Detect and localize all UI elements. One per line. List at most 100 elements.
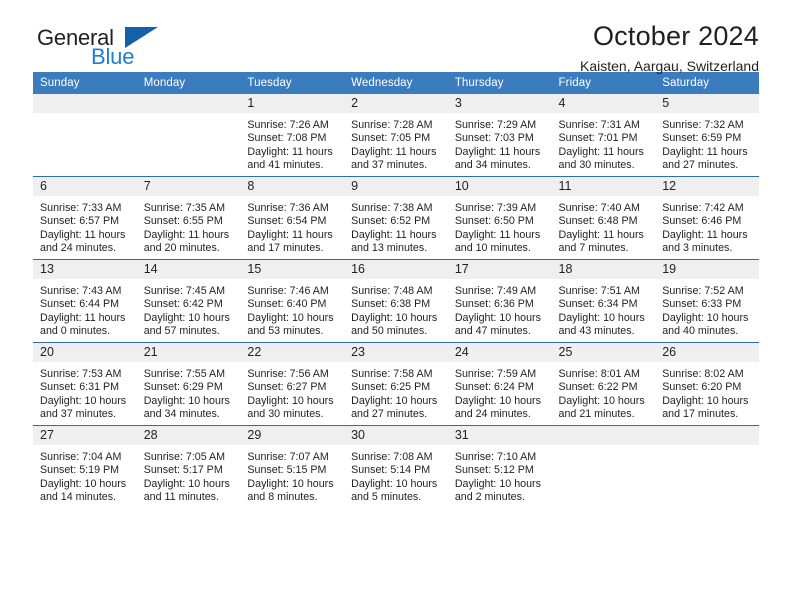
calendar-day-cell[interactable]: 18 Sunrise: 7:51 AM Sunset: 6:34 PM Dayligh… (551, 259, 656, 343)
sunset-text: Sunset: 6:54 PM (247, 215, 327, 228)
day-number (33, 94, 137, 113)
calendar-day-cell[interactable]: 25 Sunrise: 8:01 AM Sunset: 6:22 PM Dayligh… (551, 342, 656, 426)
day-details: Sunrise: 7:08 AM Sunset: 5:14 PM Daylight:… (344, 445, 448, 504)
sunrise-text: Sunrise: 7:46 AM (247, 285, 329, 297)
sunset-text: Sunset: 7:08 PM (247, 132, 327, 145)
day-details: Sunrise: 7:52 AM Sunset: 6:33 PM Daylight:… (655, 279, 759, 338)
day-details: Sunrise: 7:10 AM Sunset: 5:12 PM Daylight:… (448, 445, 552, 504)
sunrise-text: Sunrise: 7:40 AM (558, 202, 640, 214)
day-number: 30 (344, 426, 448, 445)
calendar-day-cell[interactable]: 24 Sunrise: 7:59 AM Sunset: 6:24 PM Dayligh… (447, 342, 552, 426)
calendar-day-cell[interactable]: 12 Sunrise: 7:42 AM Sunset: 6:46 PM Dayligh… (655, 176, 759, 260)
page-title: October 2024 (592, 21, 759, 51)
day-number: 26 (655, 343, 759, 362)
calendar-day-cell[interactable]: 21 Sunrise: 7:55 AM Sunset: 6:29 PM Dayligh… (136, 342, 241, 426)
calendar-day-cell[interactable]: 20 Sunrise: 7:53 AM Sunset: 6:31 PM Dayligh… (33, 342, 137, 426)
day-number: 9 (344, 177, 448, 196)
daylight-text-cont: and 3 minutes. (662, 241, 733, 254)
calendar-week-row: 6 Sunrise: 7:33 AM Sunset: 6:57 PM Daylight… (33, 176, 759, 260)
calendar-day-cell[interactable]: 13 Sunrise: 7:43 AM Sunset: 6:44 PM Dayligh… (33, 259, 137, 343)
day-number: 21 (136, 343, 241, 362)
daylight-text: Daylight: 10 hours (454, 311, 541, 324)
day-number: 11 (551, 177, 656, 196)
day-details: Sunrise: 7:56 AM Sunset: 6:27 PM Daylight:… (240, 362, 344, 421)
daylight-text: Daylight: 10 hours (662, 394, 749, 407)
weekday-header-sunday: Sunday (33, 72, 137, 94)
sunrise-text: Sunrise: 7:55 AM (143, 368, 226, 380)
calendar-day-cell[interactable]: 11 Sunrise: 7:40 AM Sunset: 6:48 PM Dayligh… (551, 176, 656, 260)
daylight-text-cont: and 20 minutes. (143, 241, 220, 254)
calendar-day-cell[interactable]: 23 Sunrise: 7:58 AM Sunset: 6:25 PM Dayligh… (344, 342, 448, 426)
calendar-day-cell[interactable]: 28 Sunrise: 7:05 AM Sunset: 5:17 PM Dayligh… (136, 425, 241, 508)
brand-logo[interactable]: General Blue (33, 26, 263, 72)
daylight-text: Daylight: 10 hours (454, 477, 541, 490)
page-header: General Blue October 2024 Kaisten, Aarga… (33, 0, 759, 74)
sunrise-text: Sunrise: 7:42 AM (662, 202, 744, 214)
weekday-header-friday: Friday (551, 72, 656, 94)
sunset-text: Sunset: 6:25 PM (351, 381, 431, 394)
sunset-text: Sunset: 6:29 PM (143, 381, 223, 394)
calendar-day-cell[interactable]: 10 Sunrise: 7:39 AM Sunset: 6:50 PM Dayligh… (447, 176, 552, 260)
sunrise-text: Sunrise: 7:35 AM (143, 202, 226, 214)
daylight-text: Daylight: 11 hours (40, 228, 126, 241)
daylight-text: Daylight: 11 hours (454, 145, 541, 158)
daylight-text: Daylight: 11 hours (558, 145, 644, 158)
calendar-day-cell[interactable]: 15 Sunrise: 7:46 AM Sunset: 6:40 PM Dayligh… (240, 259, 345, 343)
sunset-text: Sunset: 6:48 PM (558, 215, 638, 228)
daylight-text: Daylight: 11 hours (662, 145, 748, 158)
sunrise-text: Sunrise: 7:39 AM (454, 202, 537, 214)
calendar-day-cell[interactable]: 22 Sunrise: 7:56 AM Sunset: 6:27 PM Dayligh… (240, 342, 345, 426)
sunrise-text: Sunrise: 8:01 AM (558, 368, 640, 380)
calendar-day-cell[interactable]: 27 Sunrise: 7:04 AM Sunset: 5:19 PM Dayligh… (33, 425, 137, 508)
day-number: 18 (551, 260, 656, 279)
day-number: 10 (447, 177, 552, 196)
day-details: Sunrise: 7:36 AM Sunset: 6:54 PM Daylight:… (240, 196, 344, 255)
sunrise-text: Sunrise: 7:33 AM (40, 202, 122, 214)
calendar-day-cell[interactable]: 17 Sunrise: 7:49 AM Sunset: 6:36 PM Dayligh… (447, 259, 552, 343)
calendar-day-cell[interactable]: 26 Sunrise: 8:02 AM Sunset: 6:20 PM Dayligh… (655, 342, 759, 426)
calendar-day-cell[interactable]: 6 Sunrise: 7:33 AM Sunset: 6:57 PM Daylight… (33, 176, 137, 260)
daylight-text-cont: and 8 minutes. (247, 490, 318, 503)
calendar-day-cell[interactable]: 8 Sunrise: 7:36 AM Sunset: 6:54 PM Daylight… (240, 176, 345, 260)
calendar-day-cell[interactable]: 1 Sunrise: 7:26 AM Sunset: 7:08 PM Daylight… (240, 94, 345, 177)
calendar-day-cell[interactable]: 30 Sunrise: 7:08 AM Sunset: 5:14 PM Dayligh… (344, 425, 448, 508)
sunset-text: Sunset: 6:57 PM (40, 215, 120, 228)
calendar-day-cell[interactable]: 9 Sunrise: 7:38 AM Sunset: 6:52 PM Daylight… (344, 176, 448, 260)
daylight-text-cont: and 47 minutes. (454, 324, 531, 337)
day-number: 27 (33, 426, 137, 445)
sunrise-text: Sunrise: 7:36 AM (247, 202, 329, 214)
weekday-header-tuesday: Tuesday (240, 72, 345, 94)
daylight-text-cont: and 30 minutes. (247, 407, 324, 420)
day-details: Sunrise: 7:04 AM Sunset: 5:19 PM Daylight:… (33, 445, 137, 504)
sunset-text: Sunset: 5:15 PM (247, 464, 327, 477)
sunset-text: Sunset: 7:03 PM (454, 132, 534, 145)
calendar-day-cell[interactable]: 31 Sunrise: 7:10 AM Sunset: 5:12 PM Dayligh… (447, 425, 552, 508)
daylight-text: Daylight: 11 hours (558, 228, 644, 241)
calendar-day-cell[interactable]: 3 Sunrise: 7:29 AM Sunset: 7:03 PM Daylight… (447, 94, 552, 177)
weekday-header-monday: Monday (136, 72, 241, 94)
sunrise-text: Sunrise: 7:58 AM (351, 368, 433, 380)
sunset-text: Sunset: 5:12 PM (454, 464, 534, 477)
daylight-text-cont: and 10 minutes. (454, 241, 531, 254)
calendar-day-cell[interactable]: 4 Sunrise: 7:31 AM Sunset: 7:01 PM Daylight… (551, 94, 656, 177)
calendar-day-cell[interactable]: 29 Sunrise: 7:07 AM Sunset: 5:15 PM Dayligh… (240, 425, 345, 508)
day-details: Sunrise: 7:53 AM Sunset: 6:31 PM Daylight:… (33, 362, 137, 421)
day-number: 29 (240, 426, 345, 445)
daylight-text: Daylight: 10 hours (143, 311, 230, 324)
daylight-text-cont: and 57 minutes. (143, 324, 220, 337)
calendar-day-cell[interactable]: 14 Sunrise: 7:45 AM Sunset: 6:42 PM Dayligh… (136, 259, 241, 343)
sunrise-text: Sunrise: 7:04 AM (40, 451, 122, 463)
calendar-day-cell[interactable]: 7 Sunrise: 7:35 AM Sunset: 6:55 PM Daylight… (136, 176, 241, 260)
calendar-day-cell[interactable]: 16 Sunrise: 7:48 AM Sunset: 6:38 PM Dayligh… (344, 259, 448, 343)
sunset-text: Sunset: 6:59 PM (662, 132, 742, 145)
calendar-day-cell-empty (33, 94, 137, 177)
daylight-text-cont: and 14 minutes. (40, 490, 117, 503)
sunrise-text: Sunrise: 7:26 AM (247, 119, 329, 131)
daylight-text: Daylight: 10 hours (558, 311, 645, 324)
calendar-day-cell[interactable]: 19 Sunrise: 7:52 AM Sunset: 6:33 PM Dayligh… (655, 259, 759, 343)
calendar-day-cell[interactable]: 2 Sunrise: 7:28 AM Sunset: 7:05 PM Daylight… (344, 94, 448, 177)
calendar-day-cell[interactable]: 5 Sunrise: 7:32 AM Sunset: 6:59 PM Daylight… (655, 94, 759, 177)
day-number: 24 (447, 343, 552, 362)
day-number (136, 94, 241, 113)
day-number: 6 (33, 177, 137, 196)
